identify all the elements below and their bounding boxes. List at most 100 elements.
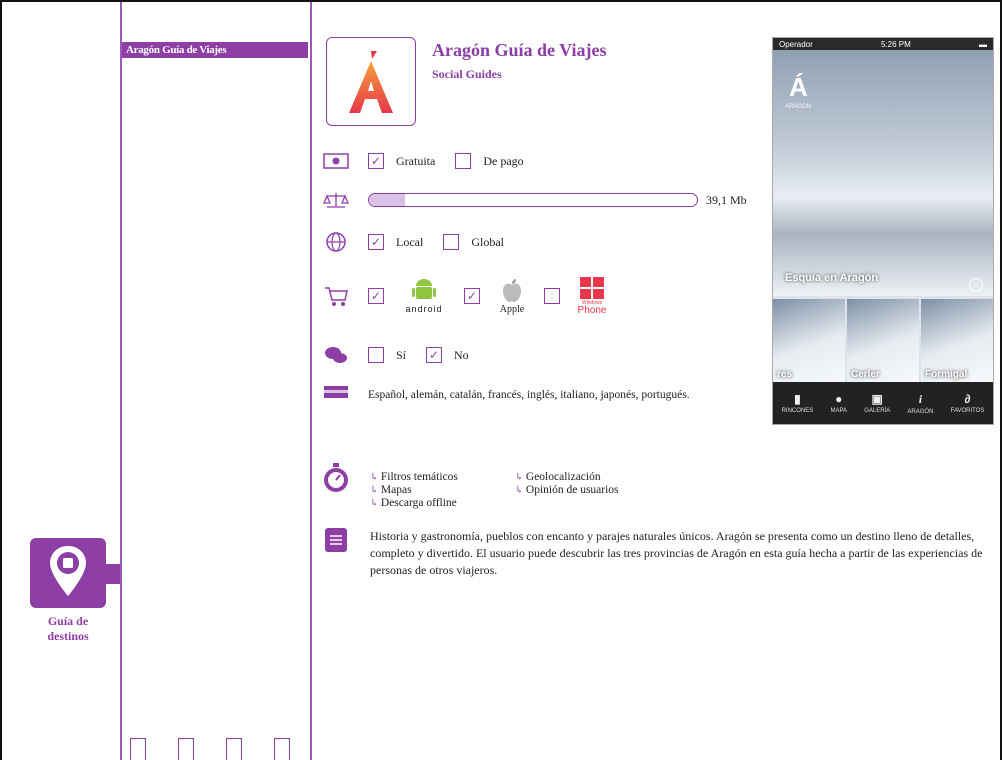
- phone-tab[interactable]: i ARAGÓN: [907, 392, 933, 415]
- android-platform: android: [396, 278, 452, 314]
- languages-row: Español, alemán, catalán, francés, inglé…: [322, 383, 690, 403]
- social-no-checkbox[interactable]: ✓: [426, 347, 443, 363]
- gallery-icon: ▣: [871, 392, 883, 406]
- local-label: Local: [396, 234, 424, 249]
- phone-thumb-label: Formigal: [925, 369, 968, 380]
- phone-status-bar: Operador 5:26 PM ▬: [773, 38, 993, 50]
- info-icon: i: [918, 391, 923, 406]
- features-list: Filtros temáticos Geolocalización Mapas …: [370, 471, 675, 510]
- windows-icon: [580, 277, 604, 299]
- app-logo: [326, 37, 416, 126]
- phone-hero-image: Á ARAGÓN ↓: [773, 50, 993, 296]
- social-yes-checkbox[interactable]: [368, 347, 384, 363]
- apple-platform: Apple: [492, 278, 532, 315]
- windows-platform: Windows Phone: [572, 276, 612, 316]
- guide-destinations-button[interactable]: [30, 538, 120, 608]
- global-checkbox[interactable]: [443, 234, 460, 250]
- price-icon: [322, 150, 350, 172]
- phone-tab-label: MAPA: [830, 408, 848, 414]
- phone-thumb-label: Cerler: [851, 369, 880, 380]
- feature-item: Opinión de usuarios: [515, 484, 675, 497]
- size-value: 39,1 Mb: [706, 192, 747, 207]
- android-icon: [412, 279, 436, 299]
- paid-checkbox[interactable]: [455, 153, 472, 169]
- paperclip-icon: ∂: [964, 392, 971, 406]
- guide-label-line2: destinos: [47, 629, 89, 643]
- phone-brand-mark: Á: [789, 72, 808, 102]
- badge-connector: [104, 564, 120, 584]
- phone-thumb-label: res: [777, 369, 793, 380]
- global-label: Global: [471, 234, 504, 249]
- content-divider: [310, 2, 312, 760]
- android-checkbox[interactable]: ✓: [368, 288, 384, 304]
- social-no-label: No: [454, 347, 469, 362]
- location-pin-icon: ●: [835, 392, 843, 406]
- apple-icon: [503, 278, 521, 302]
- battery-icon: ▬: [979, 39, 987, 49]
- app-subtitle[interactable]: Social Guides: [432, 67, 502, 82]
- globe-icon: [322, 231, 350, 253]
- app-description: Historia y gastronomía, pueblos con enca…: [370, 529, 983, 577]
- chat-bubbles-icon: [322, 344, 350, 366]
- free-checkbox[interactable]: ✓: [368, 153, 384, 169]
- free-label: Gratuita: [396, 153, 436, 168]
- phone-thumb[interactable]: Cerler: [847, 299, 919, 383]
- phone-tab-label: RINCONES: [781, 408, 814, 414]
- guide-destinations-label: Guía de destinos: [30, 614, 106, 644]
- phone-tab-label: ARAGÓN: [907, 408, 934, 415]
- map-pin-icon: [50, 546, 86, 596]
- phone-tab[interactable]: ▣ GALERÍA: [864, 392, 890, 414]
- left-divider: [120, 2, 122, 760]
- phone-thumb[interactable]: Formigal: [921, 299, 993, 383]
- cart-icon: [322, 285, 350, 307]
- scale-icon: [322, 189, 350, 211]
- apple-label: Apple: [499, 303, 525, 315]
- phone-tab[interactable]: ∂ FAVORITOS: [951, 392, 985, 414]
- phone-thumb[interactable]: res: [773, 299, 845, 383]
- thumb-slot[interactable]: [274, 738, 290, 760]
- local-checkbox[interactable]: ✓: [368, 234, 384, 250]
- apple-checkbox[interactable]: ✓: [464, 288, 480, 304]
- size-progress-bar: [368, 193, 698, 207]
- stopwatch-icon: [324, 463, 348, 492]
- phone-time: 5:26 PM: [881, 39, 911, 49]
- platforms-row: ✓ android ✓ Apple Windows Phone: [322, 276, 612, 316]
- phone-tab[interactable]: ▮ RINCONES: [782, 392, 814, 414]
- app-title: Aragón Guía de Viajes: [432, 40, 607, 60]
- android-label: android: [405, 304, 443, 314]
- phone-tab-bar: ▮ RINCONES ● MAPA ▣ GALERÍA i ARAGÓN ∂ FAVORI…: [773, 382, 993, 424]
- thumb-slot[interactable]: [130, 738, 146, 760]
- windows-checkbox[interactable]: [544, 288, 560, 304]
- phone-screenshot: Operador 5:26 PM ▬ Á ARAGÓN ↓ Esquía en …: [772, 37, 994, 425]
- thumb-slot[interactable]: [178, 738, 194, 760]
- phone-thumbnails: res Cerler Formigal: [773, 299, 993, 383]
- size-progress-fill: [369, 194, 406, 206]
- windows-label-2: Phone: [577, 305, 607, 316]
- aragon-logo-icon: [349, 50, 393, 113]
- feature-item: Geolocalización: [515, 471, 675, 484]
- bottom-thumbnails: [130, 738, 322, 760]
- size-row: 39,1 Mb: [322, 189, 747, 211]
- document-icon: [325, 528, 347, 552]
- price-row: ✓ Gratuita De pago: [322, 150, 544, 172]
- features-icon-wrap: [322, 462, 350, 499]
- map-fold-icon: ▮: [794, 392, 801, 406]
- thumb-slot[interactable]: [226, 738, 242, 760]
- description-icon-wrap: [324, 527, 348, 558]
- phone-tab[interactable]: ● MAPA: [830, 392, 847, 414]
- languages-text: Español, alemán, catalán, francés, inglé…: [368, 389, 690, 401]
- social-row: Sí ✓ No: [322, 344, 489, 366]
- phone-hero-caption: Esquía en Aragón: [785, 272, 879, 284]
- social-yes-label: Sí: [396, 347, 407, 362]
- phone-carrier: Operador: [779, 39, 813, 49]
- nav-tab-aragon[interactable]: Aragón Guía de Viajes: [122, 42, 308, 58]
- feature-item: Mapas: [370, 484, 515, 497]
- paid-label: De pago: [483, 153, 524, 168]
- download-icon[interactable]: ↓: [969, 278, 983, 292]
- phone-tab-label: FAVORITOS: [950, 408, 985, 414]
- feature-item: Filtros temáticos: [370, 471, 515, 484]
- phone-tab-label: GALERÍA: [864, 408, 891, 414]
- feature-item: Descarga offline: [370, 497, 515, 510]
- phone-brand-text: ARAGÓN: [785, 104, 812, 110]
- guide-label-line1: Guía de: [47, 614, 89, 628]
